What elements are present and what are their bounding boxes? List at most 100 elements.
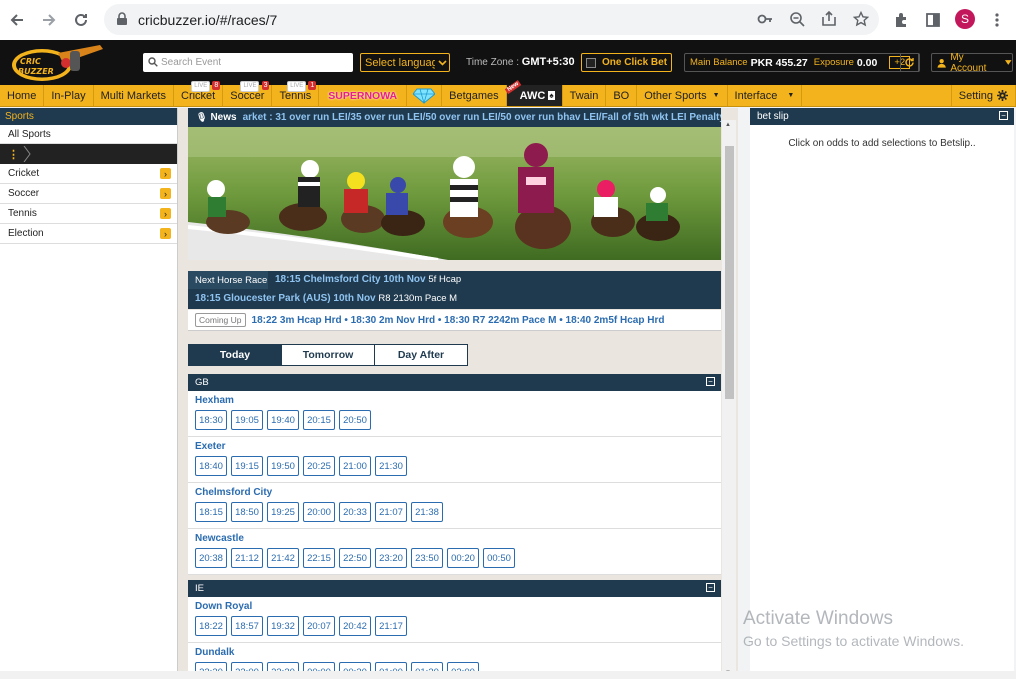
venue-name[interactable]: Hexham — [195, 395, 234, 406]
one-click-bet-toggle[interactable]: One Click Bet — [581, 53, 672, 72]
all-sports-link[interactable]: All Sports — [0, 125, 177, 144]
scrollbar-thumb[interactable] — [725, 146, 734, 399]
cricbuzzer-logo[interactable]: CRIC BUZZER — [8, 43, 106, 83]
forward-icon[interactable] — [40, 11, 58, 29]
race-time-button[interactable]: 19:05 — [231, 410, 263, 430]
language-select-label: Select language — [365, 56, 435, 69]
caret-down-icon: ▼ — [712, 92, 720, 99]
race-times: 20:38 21:12 21:42 22:15 22:50 23:20 23:50 00:20… — [195, 548, 519, 568]
breadcrumb-separator-icon — [23, 146, 31, 162]
sidebar-item-soccer[interactable]: Soccer › — [0, 184, 177, 204]
chrome-menu-icon[interactable] — [988, 11, 1006, 29]
venue-name[interactable]: Dundalk — [195, 647, 234, 658]
extensions-icon[interactable] — [892, 11, 910, 29]
race-time-button[interactable]: 18:50 — [231, 502, 263, 522]
race-time-button[interactable]: 18:40 — [195, 456, 227, 476]
coming-up-races[interactable]: 18:22 3m Hcap Hrd • 18:30 2m Nov Hrd • 1… — [252, 315, 665, 326]
venue-name[interactable]: Exeter — [195, 441, 226, 452]
race-time-button[interactable]: 20:38 — [195, 548, 227, 568]
race-time-button[interactable]: 20:50 — [339, 410, 371, 430]
race-time-button[interactable]: 00:50 — [483, 548, 515, 568]
one-click-bet-checkbox[interactable] — [586, 57, 596, 68]
race-time-button[interactable]: 20:00 — [303, 502, 335, 522]
zoom-icon[interactable] — [789, 11, 805, 27]
key-icon[interactable] — [757, 11, 773, 27]
bookmark-star-icon[interactable] — [853, 11, 869, 27]
language-select[interactable]: Select language — [360, 53, 450, 72]
nav-bo[interactable]: BO — [606, 85, 638, 106]
live-tag: LIVE — [287, 81, 307, 92]
race-time-button[interactable]: 00:20 — [447, 548, 479, 568]
collapse-icon[interactable]: − — [706, 583, 715, 592]
collapse-icon[interactable]: − — [706, 377, 715, 386]
tab-tomorrow[interactable]: Tomorrow — [281, 344, 375, 366]
sidebar-item-cricket[interactable]: Cricket › — [0, 164, 177, 184]
race-time-button[interactable]: 18:30 — [195, 410, 227, 430]
race-time-button[interactable]: 18:22 — [195, 616, 227, 636]
race-time-button[interactable]: 20:42 — [339, 616, 371, 636]
venue-name[interactable]: Chelmsford City — [195, 487, 272, 498]
nav-setting[interactable]: Setting — [950, 85, 1016, 106]
content-scrollbar[interactable]: ▲ ▼ — [722, 120, 736, 679]
race-time-button[interactable]: 23:20 — [375, 548, 407, 568]
sidebar-item-tennis[interactable]: Tennis › — [0, 204, 177, 224]
next-race-link-1[interactable]: 18:15 Chelmsford City 10th Nov 5f Hcap — [275, 274, 461, 285]
back-icon[interactable] — [8, 11, 26, 29]
race-time-button[interactable]: 20:25 — [303, 456, 335, 476]
nav-tennis[interactable]: LIVE 1 Tennis — [272, 81, 320, 106]
address-bar[interactable]: cricbuzzer.io/#/races/7 — [104, 4, 879, 35]
reload-icon[interactable] — [72, 11, 90, 29]
nav-diamond[interactable] — [407, 85, 443, 106]
nav-cricket[interactable]: LIVE 8 Cricket — [174, 81, 224, 106]
race-time-button[interactable]: 23:50 — [411, 548, 443, 568]
nav-soccer[interactable]: LIVE 3 Soccer — [223, 81, 273, 106]
lock-icon[interactable] — [114, 11, 130, 27]
race-time-button[interactable]: 19:50 — [267, 456, 299, 476]
nav-multi-markets[interactable]: Multi Markets — [94, 85, 174, 106]
main-nav: Home In-Play Multi Markets LIVE 8 Cricke… — [0, 79, 1016, 107]
collapse-icon[interactable]: − — [999, 111, 1008, 120]
race-time-button[interactable]: 21:00 — [339, 456, 371, 476]
microphone-icon: 🎙 — [196, 112, 208, 122]
race-time-button[interactable]: 21:30 — [375, 456, 407, 476]
nav-interface[interactable]: Interface ▼ — [728, 85, 803, 106]
next-race-link-2[interactable]: 18:15 Gloucester Park (AUS) 10th Nov R8 … — [195, 293, 457, 304]
nav-inplay[interactable]: In-Play — [44, 85, 94, 106]
tab-day-after[interactable]: Day After — [374, 344, 468, 366]
profile-avatar[interactable]: S — [955, 9, 975, 29]
race-time-button[interactable]: 20:07 — [303, 616, 335, 636]
race-time-button[interactable]: 19:40 — [267, 410, 299, 430]
race-time-button[interactable]: 21:42 — [267, 548, 299, 568]
race-time-button[interactable]: 21:17 — [375, 616, 407, 636]
nav-home[interactable]: Home — [0, 85, 45, 106]
side-panel-icon[interactable] — [924, 11, 942, 29]
race-time-button[interactable]: 19:15 — [231, 456, 263, 476]
my-account-button[interactable]: My Account — [931, 52, 1013, 74]
nav-twain[interactable]: Twain — [563, 85, 607, 106]
race-time-button[interactable]: 19:32 — [267, 616, 299, 636]
race-time-button[interactable]: 22:15 — [303, 548, 335, 568]
nav-supernowa[interactable]: SUPERNOWA — [319, 85, 408, 106]
nav-awc[interactable]: New AWC ♠ — [504, 79, 563, 106]
race-time-button[interactable]: 21:12 — [231, 548, 263, 568]
share-icon[interactable] — [821, 11, 837, 27]
chevron-right-icon: › — [160, 208, 171, 219]
race-time-button[interactable]: 22:50 — [339, 548, 371, 568]
race-time-button[interactable]: 19:25 — [267, 502, 299, 522]
refresh-balance-button[interactable] — [900, 53, 919, 72]
nav-other-sports[interactable]: Other Sports ▼ — [637, 85, 728, 106]
tab-today[interactable]: Today — [188, 344, 282, 366]
race-time-button[interactable]: 18:15 — [195, 502, 227, 522]
venue-name[interactable]: Newcastle — [195, 533, 244, 544]
venue-name[interactable]: Down Royal — [195, 601, 252, 612]
race-time-button[interactable]: 20:33 — [339, 502, 371, 522]
scroll-up-icon[interactable]: ▲ — [725, 122, 731, 128]
race-time-button[interactable]: 18:57 — [231, 616, 263, 636]
race-time-button[interactable]: 21:38 — [411, 502, 443, 522]
sidebar-item-election[interactable]: Election › — [0, 224, 177, 244]
nav-betgames[interactable]: Betgames — [442, 85, 507, 106]
sports-path-bar[interactable]: ⋮ — [0, 144, 177, 164]
race-time-button[interactable]: 20:15 — [303, 410, 335, 430]
search-event-input[interactable]: Search Event — [143, 53, 353, 72]
race-time-button[interactable]: 21:07 — [375, 502, 407, 522]
